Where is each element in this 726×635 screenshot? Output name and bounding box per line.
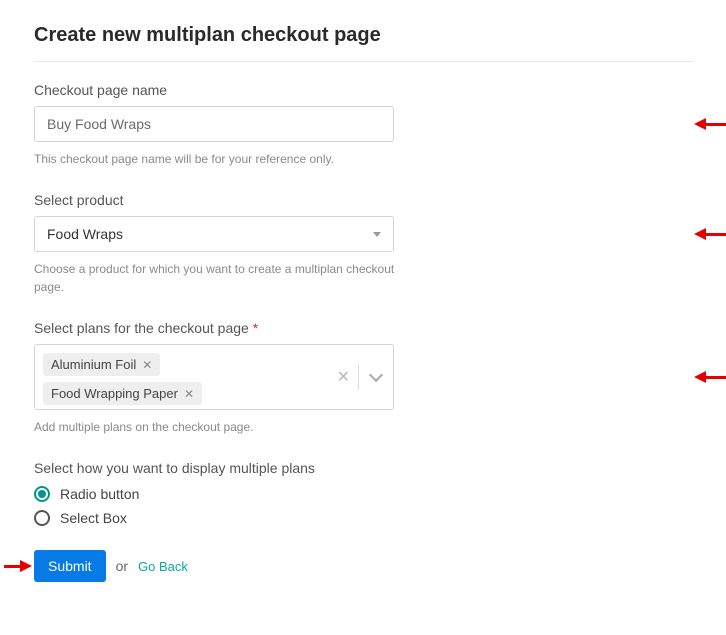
annotation-arrow-icon [694, 118, 726, 130]
label-display-mode: Select how you want to display multiple … [34, 460, 692, 476]
annotation-arrow-icon [4, 560, 32, 572]
radio-label: Radio button [60, 486, 139, 502]
radio-label: Select Box [60, 510, 127, 526]
radio-icon [34, 510, 50, 526]
clear-all-icon[interactable]: ✕ [329, 367, 358, 387]
dropdown-toggle[interactable] [359, 374, 393, 380]
chevron-down-icon [373, 232, 381, 237]
helper-select-product: Choose a product for which you want to c… [34, 260, 424, 296]
form-footer: Submit or Go Back [34, 550, 692, 582]
field-display-mode: Select how you want to display multiple … [34, 460, 692, 526]
radio-option-radio-button[interactable]: Radio button [34, 486, 692, 502]
radio-icon [34, 486, 50, 502]
chevron-down-icon [369, 368, 383, 382]
product-select-value: Food Wraps [47, 226, 123, 242]
or-text: or [116, 558, 128, 574]
field-select-plans: Select plans for the checkout page * Alu… [34, 320, 692, 436]
plans-multiselect[interactable]: Aluminium Foil ✕ Food Wrapping Paper ✕ ✕ [34, 344, 394, 410]
submit-button[interactable]: Submit [34, 550, 106, 582]
field-select-product: Select product Food Wraps Choose a produ… [34, 192, 692, 296]
plan-tag-label: Aluminium Foil [51, 357, 136, 372]
label-select-product: Select product [34, 192, 692, 208]
divider [34, 61, 692, 62]
annotation-arrow-icon [694, 228, 726, 240]
plan-tag-label: Food Wrapping Paper [51, 386, 178, 401]
go-back-link[interactable]: Go Back [138, 559, 188, 574]
checkout-name-input[interactable] [34, 106, 394, 142]
plan-tag: Food Wrapping Paper ✕ [43, 382, 202, 405]
helper-select-plans: Add multiple plans on the checkout page. [34, 418, 424, 436]
label-select-plans: Select plans for the checkout page * [34, 320, 692, 336]
tag-remove-icon[interactable]: ✕ [142, 358, 152, 372]
product-select[interactable]: Food Wraps [34, 216, 394, 252]
required-mark: * [253, 320, 258, 336]
plan-tag: Aluminium Foil ✕ [43, 353, 160, 376]
tag-remove-icon[interactable]: ✕ [184, 387, 194, 401]
annotation-arrow-icon [694, 371, 726, 383]
display-mode-radio-group: Radio button Select Box [34, 486, 692, 526]
label-checkout-name: Checkout page name [34, 82, 692, 98]
page-title: Create new multiplan checkout page [34, 24, 692, 47]
plans-tags: Aluminium Foil ✕ Food Wrapping Paper ✕ [35, 345, 329, 409]
multiselect-controls: ✕ [329, 345, 393, 409]
radio-option-select-box[interactable]: Select Box [34, 510, 692, 526]
helper-checkout-name: This checkout page name will be for your… [34, 150, 424, 168]
field-checkout-name: Checkout page name This checkout page na… [34, 82, 692, 168]
